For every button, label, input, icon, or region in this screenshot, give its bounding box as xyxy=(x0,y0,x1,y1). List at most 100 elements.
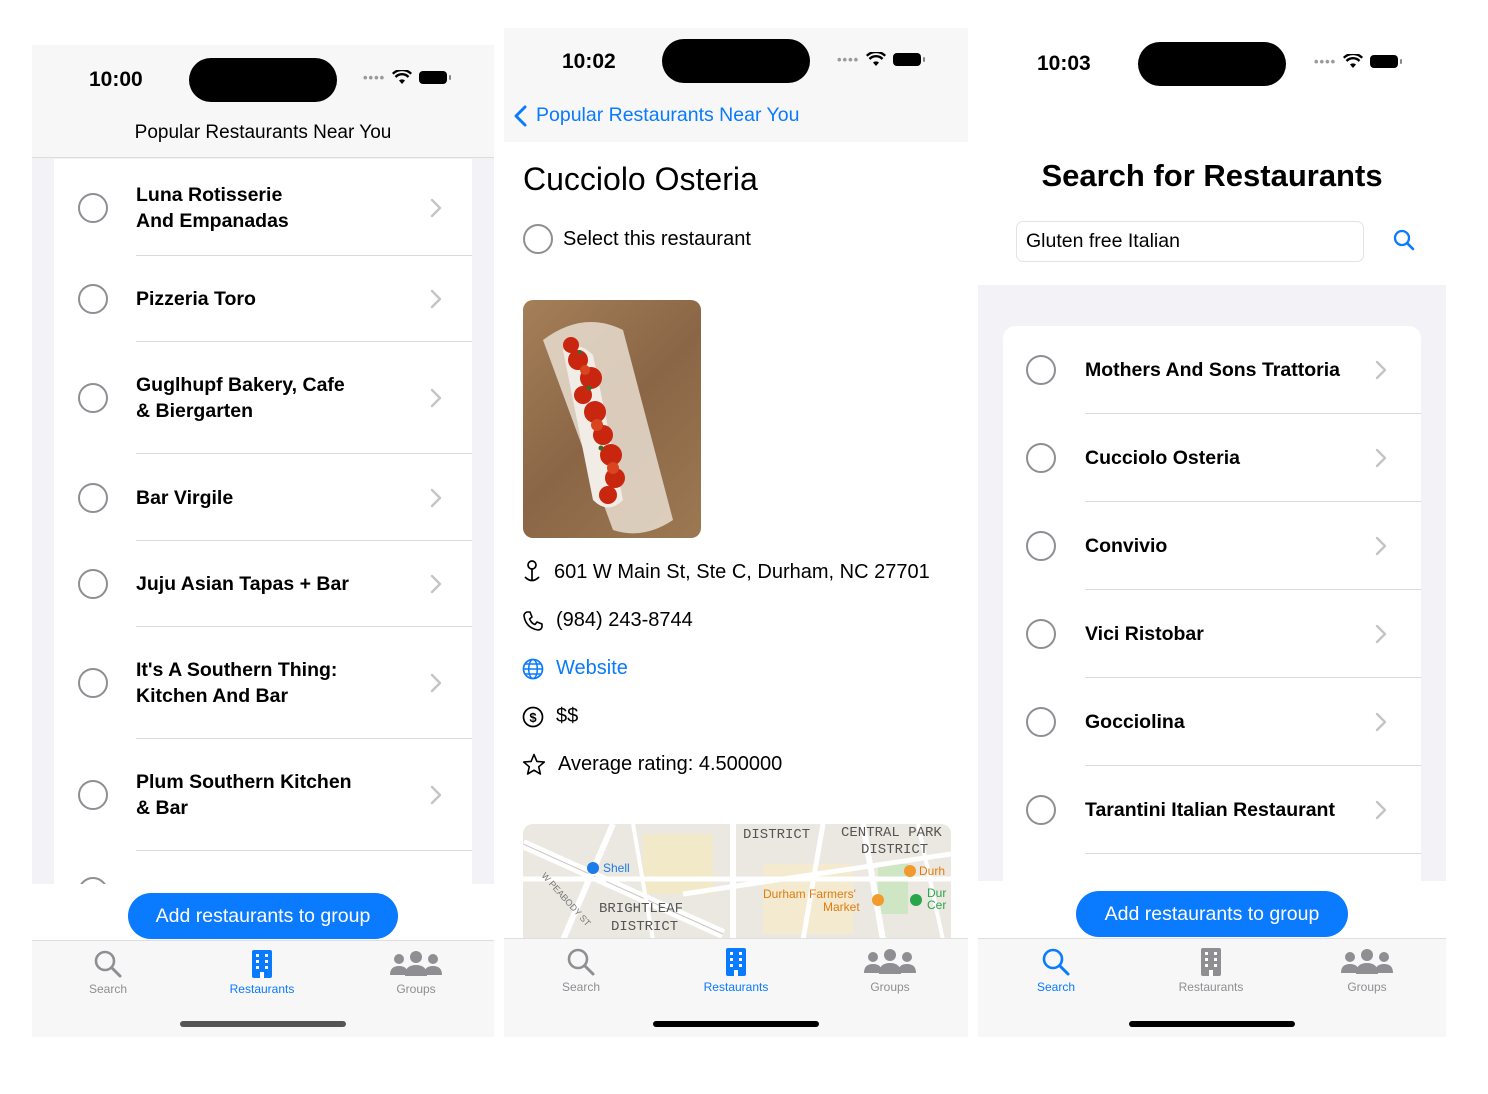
restaurant-name-line1: Guglhupf Bakery, Cafe xyxy=(136,374,345,396)
tab-groups[interactable]: Groups xyxy=(830,947,950,994)
chevron-right-icon xyxy=(1375,448,1387,468)
signal-dots-icon: •••• xyxy=(1314,54,1337,69)
list-item[interactable]: Cucciolo Osteria xyxy=(1003,414,1421,502)
select-radio[interactable] xyxy=(1026,355,1056,385)
list-item[interactable]: Tarantini Italian Restaurant xyxy=(1003,766,1421,854)
restaurant-name: Tarantini Italian Restaurant xyxy=(1085,799,1335,821)
search-results-list[interactable]: Mothers And Sons Trattoria Cucciolo Oster… xyxy=(1003,326,1421,881)
list-item[interactable]: Guglhupf Bakery, Cafe & Biergarten xyxy=(54,342,472,454)
add-restaurants-button[interactable]: Add restaurants to group xyxy=(128,893,398,939)
star-icon xyxy=(522,753,546,775)
tab-search[interactable]: Search xyxy=(48,949,168,996)
location-pin-icon xyxy=(524,560,540,582)
search-submit-button[interactable] xyxy=(1393,229,1415,256)
select-restaurant-toggle[interactable]: Select this restaurant xyxy=(523,224,751,254)
select-radio[interactable] xyxy=(78,192,108,223)
select-radio[interactable] xyxy=(1026,795,1056,825)
select-radio[interactable] xyxy=(523,224,553,254)
chevron-right-icon xyxy=(430,289,442,309)
restaurant-name: Mothers And Sons Trattoria xyxy=(1085,359,1340,381)
row-divider xyxy=(1085,853,1421,854)
status-icons: •••• xyxy=(363,70,452,85)
back-button[interactable]: Popular Restaurants Near You xyxy=(514,104,799,127)
restaurant-list[interactable]: Luna Rotisserie And Empanadas Pizzeria Tor… xyxy=(54,159,472,907)
status-time: 10:03 xyxy=(1037,52,1091,75)
select-radio[interactable] xyxy=(78,780,108,810)
restaurant-name-line2: And Empanadas xyxy=(136,209,289,232)
status-icons: •••• xyxy=(1314,54,1403,69)
screen-search-restaurants: 10:03 •••• Search for Restaurants Mother… xyxy=(978,28,1446,1037)
map-view[interactable]: DISTRICT CENTRAL PARK DISTRICT BRIGHTLEA… xyxy=(523,824,951,940)
restaurant-name: Cucciolo Osteria xyxy=(1085,447,1240,469)
chevron-right-icon xyxy=(1375,800,1387,820)
food-photo-illustration xyxy=(543,322,673,534)
chevron-right-icon xyxy=(430,198,442,217)
chevron-right-icon xyxy=(430,785,442,805)
tab-groups[interactable]: Groups xyxy=(1307,947,1427,994)
screen-restaurant-detail: 10:02 •••• Popular Restaurants Near You … xyxy=(504,28,968,1037)
select-radio[interactable] xyxy=(1026,531,1056,561)
restaurant-name-line1: Pizzeria Toro xyxy=(136,288,256,310)
restaurant-name: Luna Rotisserie And Empanadas xyxy=(136,182,430,234)
chevron-right-icon xyxy=(430,673,442,693)
wifi-icon xyxy=(1343,54,1364,68)
map-label-shell: Shell xyxy=(603,861,630,875)
restaurant-name: Gocciolina xyxy=(1085,711,1185,733)
phone-line[interactable]: (984) 243-8744 xyxy=(522,609,693,632)
tab-search-label: Search xyxy=(88,982,128,996)
restaurant-name: Pizzeria Toro xyxy=(136,286,430,312)
select-radio[interactable] xyxy=(78,482,108,513)
select-radio[interactable] xyxy=(1026,619,1056,649)
list-item[interactable]: Bar Virgile xyxy=(54,454,472,541)
add-restaurants-button[interactable]: Add restaurants to group xyxy=(1076,891,1348,937)
select-radio[interactable] xyxy=(78,569,108,599)
tab-groups-label: Groups xyxy=(396,982,436,996)
list-item[interactable]: Vici Ristobar xyxy=(1003,590,1421,678)
website-link[interactable]: Website xyxy=(522,657,628,680)
battery-icon xyxy=(1370,55,1403,68)
search-input[interactable] xyxy=(1016,221,1364,262)
tab-restaurants-label: Restaurants xyxy=(1178,980,1244,994)
building-icon xyxy=(1201,948,1221,976)
tab-search[interactable]: Search xyxy=(521,947,641,994)
select-radio[interactable] xyxy=(78,383,108,413)
list-item[interactable]: It's A Southern Thing: Kitchen And Bar xyxy=(54,627,472,739)
tab-restaurants[interactable]: Restaurants xyxy=(676,947,796,994)
magnifier-icon xyxy=(1393,229,1415,251)
globe-icon xyxy=(522,658,544,679)
map-label-farmers-1: Durham Farmers' xyxy=(763,887,856,901)
restaurant-name: It's A Southern Thing: Kitchen And Bar xyxy=(136,657,430,709)
tab-restaurants[interactable]: Restaurants xyxy=(202,949,322,996)
map-label-brightleaf-2: DISTRICT xyxy=(611,919,678,935)
dynamic-island xyxy=(662,39,810,83)
restaurant-name: Cucciolo Osteria xyxy=(523,161,758,197)
select-radio[interactable] xyxy=(78,668,108,698)
select-radio[interactable] xyxy=(78,284,108,314)
list-item[interactable]: Mothers And Sons Trattoria xyxy=(1003,326,1421,414)
restaurant-name: Bar Virgile xyxy=(136,485,430,511)
building-icon xyxy=(726,948,746,976)
list-item[interactable]: Gocciolina xyxy=(1003,678,1421,766)
home-indicator xyxy=(1129,1021,1295,1027)
map-label-durh: Durh xyxy=(919,864,945,878)
list-item[interactable]: Convivio xyxy=(1003,502,1421,590)
restaurant-name-line2: & Bar xyxy=(136,797,189,819)
svg-text:$: $ xyxy=(529,710,537,725)
select-radio[interactable] xyxy=(1026,707,1056,737)
restaurant-name: Plum Southern Kitchen & Bar xyxy=(136,769,430,821)
list-item[interactable]: Luna Rotisserie And Empanadas xyxy=(54,159,472,256)
status-time: 10:00 xyxy=(89,68,143,91)
list-item[interactable]: Pizzeria Toro xyxy=(54,256,472,342)
tab-groups[interactable]: Groups xyxy=(356,949,476,996)
list-item[interactable]: Plum Southern Kitchen & Bar xyxy=(54,739,472,851)
tab-search[interactable]: Search xyxy=(996,947,1116,994)
home-indicator xyxy=(180,1021,346,1027)
phone-icon xyxy=(523,610,543,631)
page-title: Popular Restaurants Near You xyxy=(134,122,392,143)
search-icon xyxy=(94,950,122,978)
restaurant-name-line1: It's A Southern Thing: xyxy=(136,659,338,681)
price-text: $$ xyxy=(556,705,579,727)
select-radio[interactable] xyxy=(1026,443,1056,473)
tab-restaurants[interactable]: Restaurants xyxy=(1151,947,1271,994)
list-item[interactable]: Juju Asian Tapas + Bar xyxy=(54,541,472,627)
